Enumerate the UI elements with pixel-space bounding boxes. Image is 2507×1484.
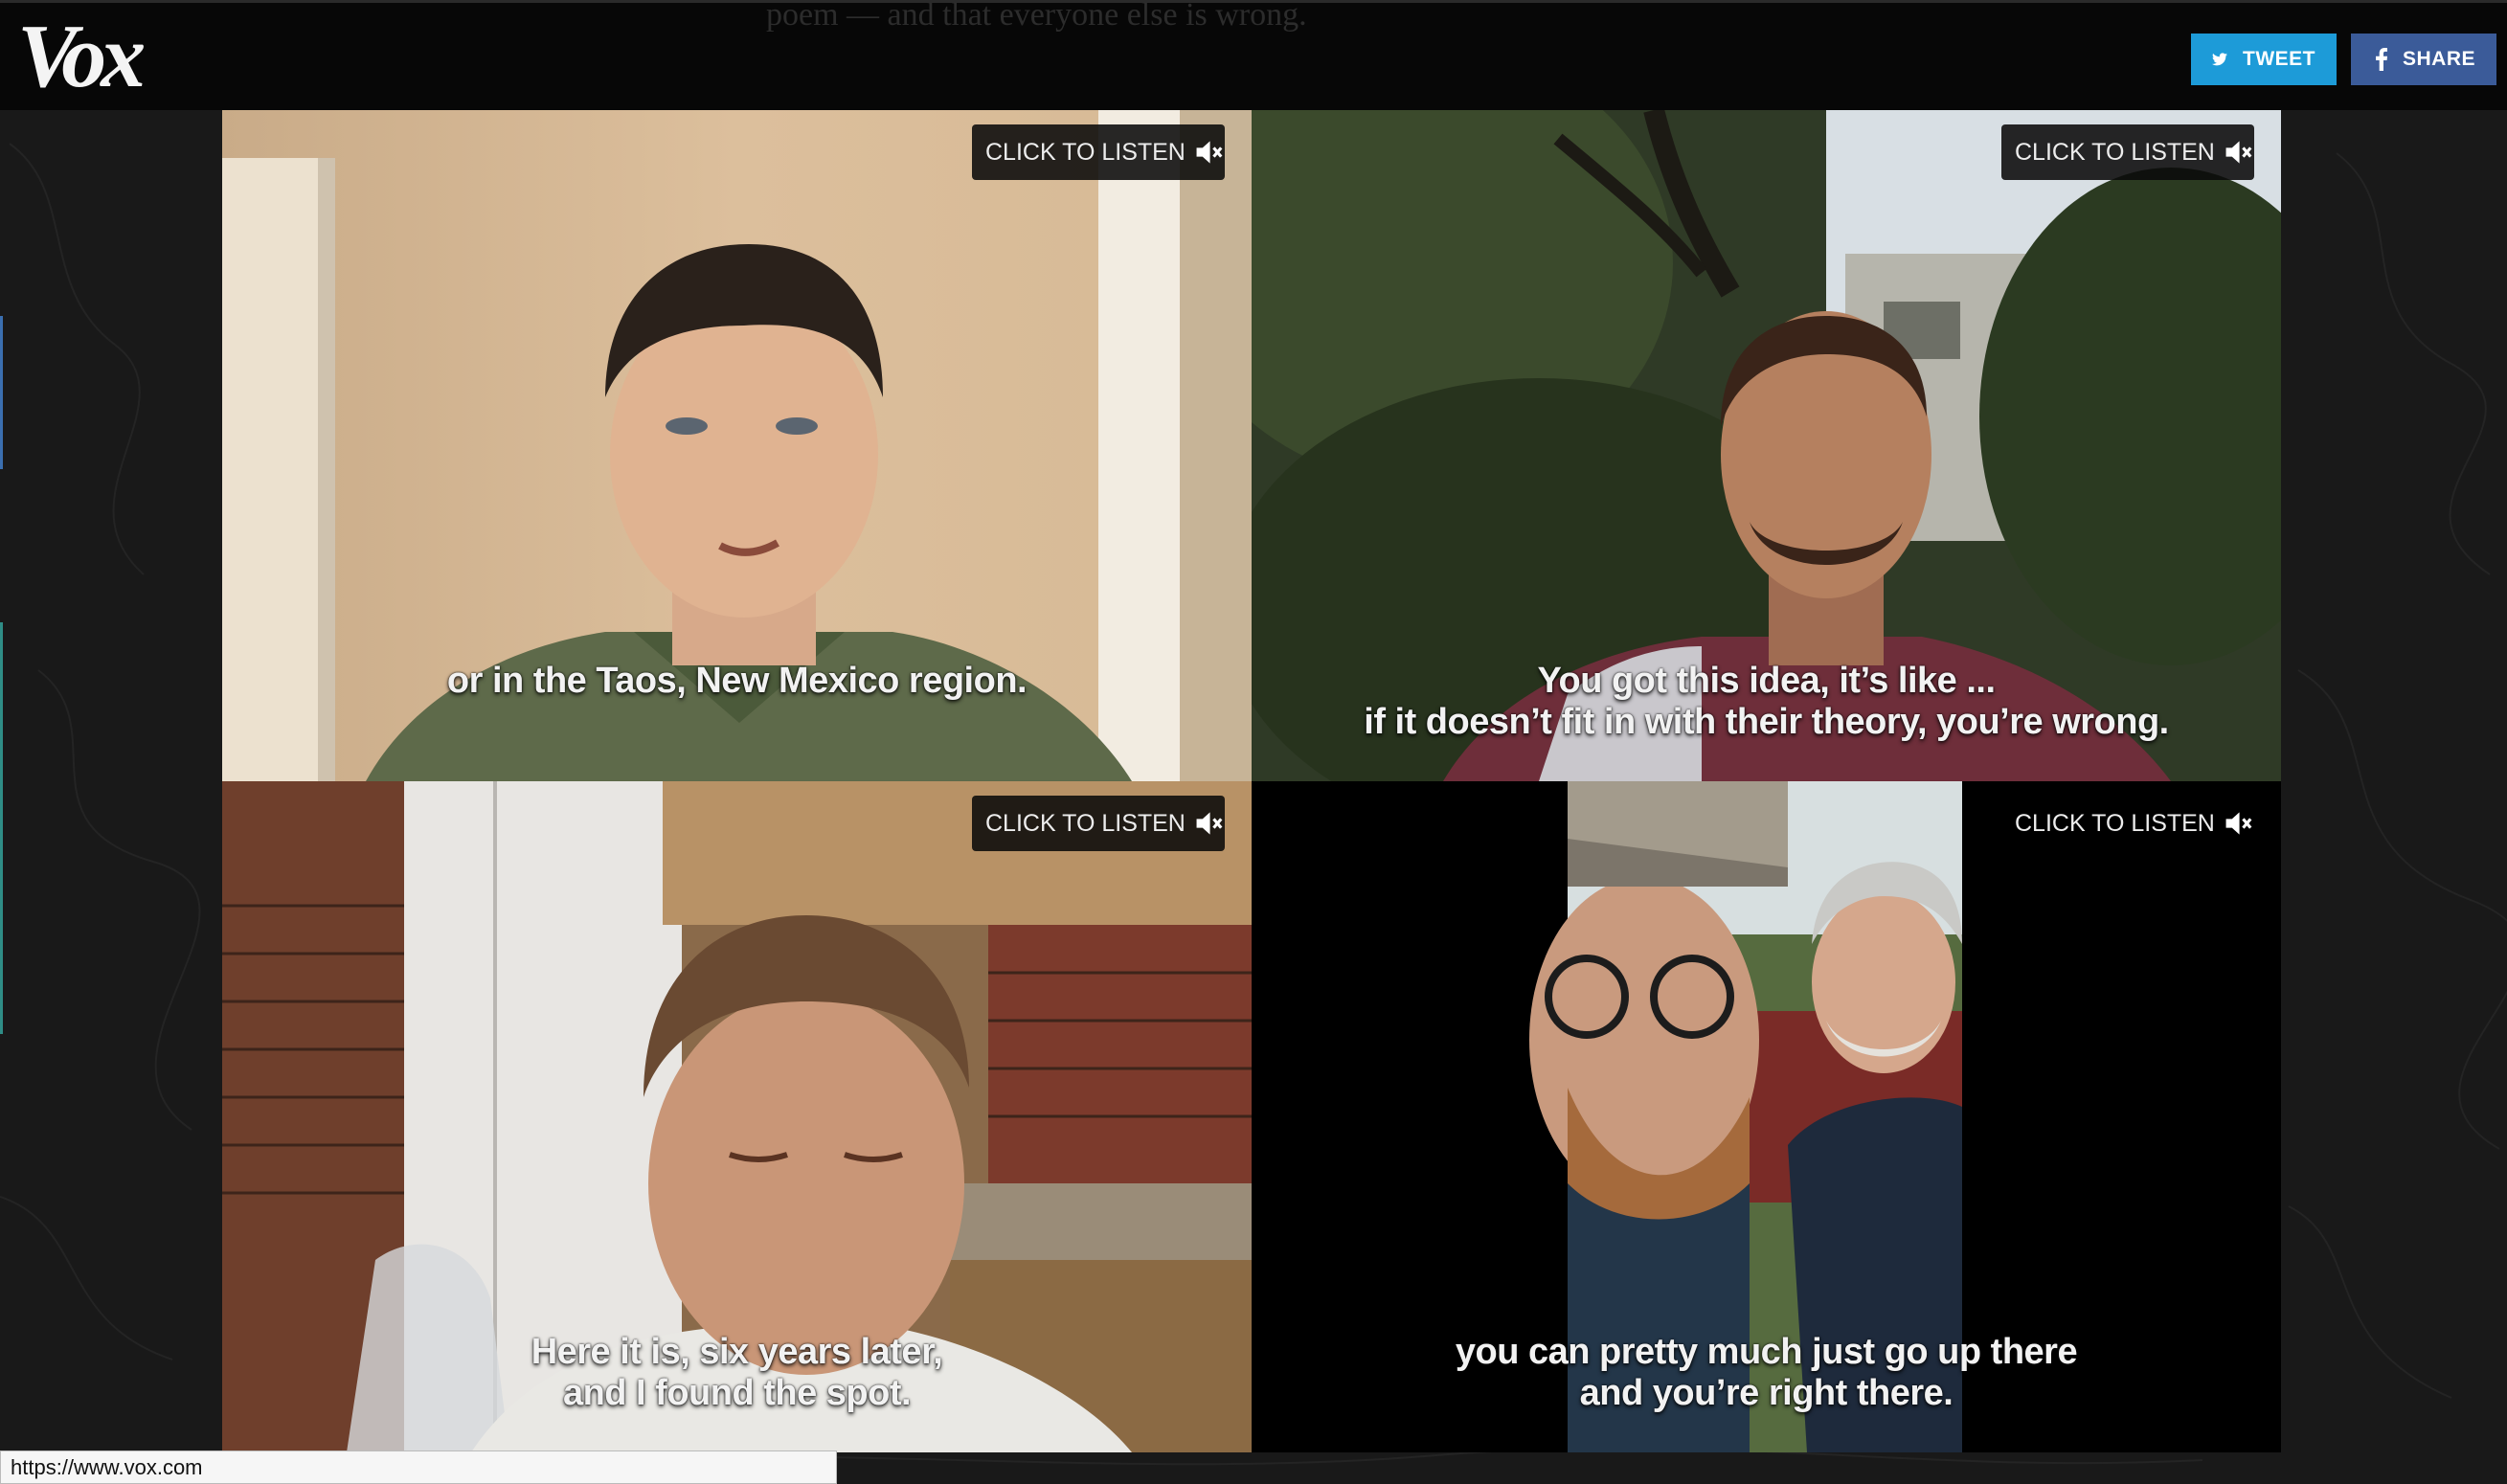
speaker-muted-icon — [2225, 812, 2252, 835]
caption-line: and I found the spot. — [562, 1373, 912, 1413]
click-to-listen-label: CLICK TO LISTEN — [985, 809, 1186, 837]
tweet-label: TWEET — [2243, 48, 2315, 70]
tweet-button[interactable]: TWEET — [2191, 34, 2337, 85]
video-tile-1[interactable]: CLICK TO LISTEN or in the Taos, New Mexi… — [222, 110, 1252, 781]
video-tile-3[interactable]: CLICK TO LISTEN Here it is, six years la… — [222, 781, 1252, 1452]
click-to-listen-button[interactable]: CLICK TO LISTEN — [972, 124, 1225, 180]
caption-line: you can pretty much just go up there — [1455, 1332, 2078, 1372]
video-caption: Here it is, six years later, and I found… — [222, 1332, 1252, 1414]
click-to-listen-label: CLICK TO LISTEN — [2015, 138, 2215, 166]
click-to-listen-button[interactable]: CLICK TO LISTEN — [972, 796, 1225, 851]
top-header-bar: poem — and that everyone else is wrong. … — [0, 0, 2507, 110]
click-to-listen-button[interactable]: CLICK TO LISTEN — [2001, 124, 2254, 180]
caption-line: Here it is, six years later, — [531, 1332, 943, 1372]
caption-line: or in the Taos, New Mexico region. — [446, 661, 1028, 701]
video-grid: CLICK TO LISTEN or in the Taos, New Mexi… — [222, 110, 2281, 1452]
video-caption: you can pretty much just go up there and… — [1252, 1332, 2281, 1414]
article-text-behind-header: poem — and that everyone else is wrong. — [766, 0, 1307, 33]
facebook-f-icon — [2376, 48, 2387, 71]
caption-line: and you’re right there. — [1579, 1373, 1954, 1413]
twitter-bird-icon — [2212, 53, 2227, 66]
edge-accent-blue — [0, 316, 3, 469]
video-tile-4[interactable]: CLICK TO LISTEN you can pretty much just… — [1252, 781, 2281, 1452]
facebook-share-button[interactable]: SHARE — [2351, 34, 2496, 85]
video-caption: You got this idea, it’s like ... if it d… — [1252, 661, 2281, 743]
click-to-listen-button[interactable]: CLICK TO LISTEN — [2001, 796, 2254, 851]
click-to-listen-label: CLICK TO LISTEN — [985, 138, 1186, 166]
edge-accent-teal — [0, 622, 3, 1034]
caption-line: You got this idea, it’s like ... — [1537, 661, 1996, 701]
speaker-muted-icon — [1196, 812, 1223, 835]
caption-line: if it doesn’t fit in with their theory, … — [1364, 702, 2169, 742]
share-label: SHARE — [2402, 48, 2475, 70]
video-caption: or in the Taos, New Mexico region. — [222, 661, 1252, 702]
speaker-muted-icon — [2225, 141, 2252, 164]
speaker-muted-icon — [1196, 141, 1223, 164]
browser-status-url: https://www.vox.com — [0, 1450, 837, 1484]
click-to-listen-label: CLICK TO LISTEN — [2015, 809, 2215, 837]
vox-logo[interactable]: Vox — [17, 9, 146, 104]
video-tile-2[interactable]: CLICK TO LISTEN You got this idea, it’s … — [1252, 110, 2281, 781]
